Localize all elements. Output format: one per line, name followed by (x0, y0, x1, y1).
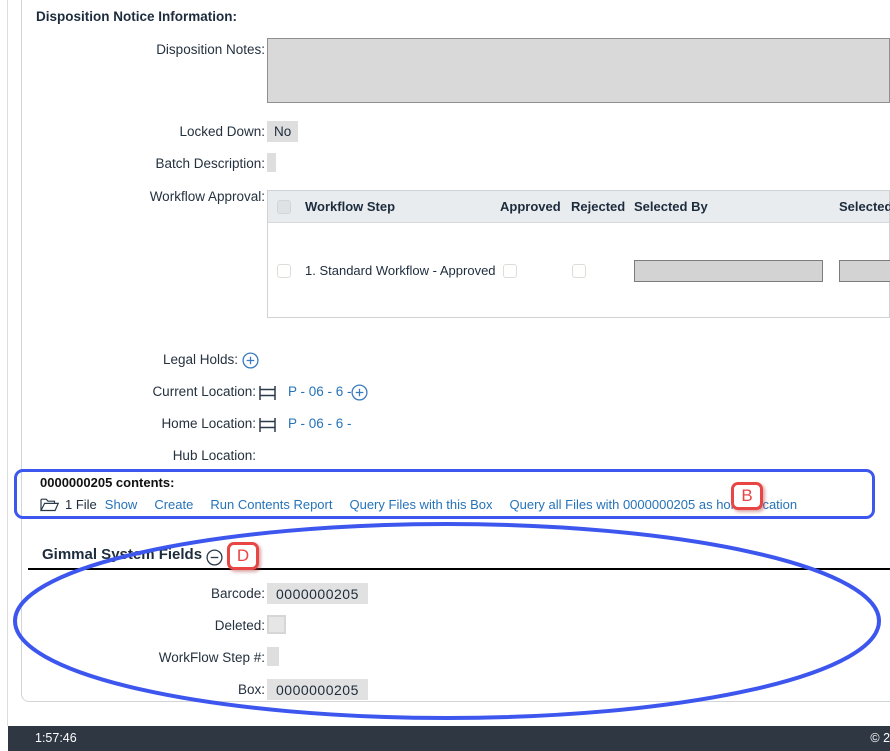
row-select-checkbox[interactable] (277, 264, 291, 278)
col-header-workflow-step: Workflow Step (305, 191, 395, 223)
home-location-link[interactable]: P - 06 - 6 - (288, 416, 352, 431)
workflow-step-number-label: WorkFlow Step #: (20, 650, 265, 665)
legal-holds-label: Legal Holds: (20, 352, 238, 367)
selected-date-input[interactable] (839, 260, 890, 282)
gimmal-section-title: Gimmal System Fields (42, 546, 202, 563)
deleted-label: Deleted: (20, 618, 265, 633)
workflow-step-number-value (267, 647, 279, 666)
batch-description-label: Batch Description: (20, 156, 265, 171)
workflow-approval-table: Workflow Step Approved Rejected Selected… (267, 190, 890, 318)
copyright-text: © 20 (870, 731, 890, 745)
barcode-label: Barcode: (20, 586, 265, 601)
approved-checkbox[interactable] (503, 264, 517, 278)
batch-description-value (267, 153, 276, 172)
deleted-value (267, 615, 286, 634)
current-location-label: Current Location: (20, 384, 256, 399)
workflow-step-cell: 1. Standard Workflow - Approved (305, 263, 496, 278)
locked-down-label: Locked Down: (20, 124, 265, 139)
open-folder-icon (40, 498, 59, 512)
locked-down-value: No (267, 121, 298, 142)
annotation-badge-b: B (731, 482, 763, 510)
annotation-badge-d: D (227, 542, 259, 570)
status-bar: 1:57:46 © 20 (8, 726, 890, 751)
col-header-selected-by: Selected By (634, 191, 708, 223)
create-link[interactable]: Create (154, 497, 193, 512)
rejected-checkbox[interactable] (572, 264, 586, 278)
col-header-selected: Selected (839, 191, 890, 223)
col-header-approved: Approved (500, 191, 561, 223)
box-label: Box: (20, 682, 265, 697)
disposition-notes-textarea[interactable] (267, 38, 890, 103)
disposition-notes-label: Disposition Notes: (20, 42, 265, 57)
barcode-value: 0000000205 (267, 583, 368, 604)
query-files-with-box-link[interactable]: Query Files with this Box (349, 497, 492, 512)
file-count: 1 File (65, 497, 97, 512)
box-value: 0000000205 (267, 679, 368, 700)
col-header-rejected: Rejected (571, 191, 625, 223)
add-current-location-button[interactable] (351, 384, 368, 401)
contents-actions-row: 1 File Show Create Run Contents Report Q… (40, 497, 814, 512)
run-contents-report-link[interactable]: Run Contents Report (210, 497, 332, 512)
circle-plus-icon (242, 352, 259, 369)
selected-by-input[interactable] (634, 260, 823, 282)
disposition-section-title: Disposition Notice Information: (36, 9, 237, 24)
left-frame-divider (7, 0, 8, 726)
section-divider (28, 568, 890, 570)
add-legal-hold-button[interactable] (242, 352, 259, 369)
circle-minus-icon (206, 549, 223, 566)
workflow-approval-label: Workflow Approval: (20, 189, 265, 204)
session-timer: 1:57:46 (35, 731, 77, 745)
home-location-label: Home Location: (20, 416, 256, 431)
contents-title: 0000000205 contents: (40, 475, 174, 490)
show-link[interactable]: Show (105, 497, 138, 512)
current-location-link[interactable]: P - 06 - 6 - (288, 384, 352, 399)
hub-location-label: Hub Location: (20, 448, 256, 463)
select-all-checkbox[interactable] (277, 200, 291, 214)
circle-plus-icon (351, 384, 368, 401)
shelf-location-icon (258, 418, 277, 432)
collapse-section-button[interactable] (206, 549, 223, 566)
app-screen: Disposition Notice Information: Disposit… (0, 0, 890, 751)
workflow-table-header: Workflow Step Approved Rejected Selected… (268, 191, 889, 223)
shelf-location-icon (258, 386, 277, 400)
